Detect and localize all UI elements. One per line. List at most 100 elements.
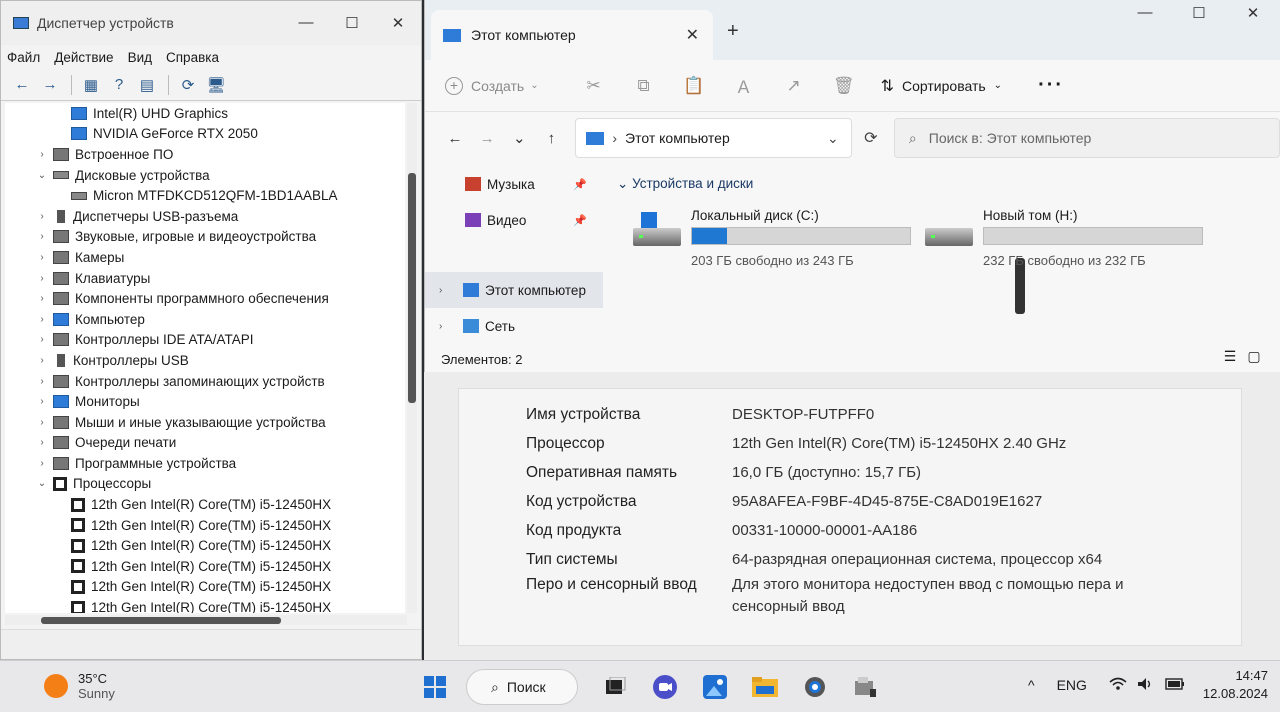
device-tree-item[interactable]: › Компоненты программного обеспечения xyxy=(5,288,405,309)
chevron-right-icon[interactable]: › xyxy=(35,252,49,263)
chevron-down-icon[interactable]: ⌄ xyxy=(35,478,49,489)
group-header[interactable]: ⌄ Устройства и диски xyxy=(617,176,1255,192)
delete-icon[interactable]: 🗑 xyxy=(819,76,869,96)
chevron-down-icon[interactable]: ⌄ xyxy=(827,130,839,147)
chevron-right-icon[interactable]: › xyxy=(35,355,49,366)
nav-item-music[interactable]: Музыка 📌 xyxy=(425,166,603,202)
monitor-icon[interactable]: 🖥 xyxy=(203,74,229,96)
close-button[interactable]: ✕ xyxy=(375,14,421,32)
menu-file[interactable]: Файл xyxy=(7,50,40,65)
chevron-down-icon[interactable]: ⌄ xyxy=(35,170,49,181)
device-tree-item[interactable]: › Программные устройства xyxy=(5,453,405,474)
forward-arrow-icon[interactable]: → xyxy=(37,74,63,96)
device-tree-item[interactable]: NVIDIA GeForce RTX 2050 xyxy=(5,124,405,145)
task-view-icon[interactable] xyxy=(596,668,634,706)
device-manager-icon[interactable] xyxy=(846,668,884,706)
more-options-icon[interactable]: ··· xyxy=(1038,74,1064,97)
nav-item-this-pc[interactable]: › Этот компьютер xyxy=(425,272,603,308)
rename-icon[interactable]: Ａ xyxy=(719,73,769,98)
chevron-right-icon[interactable]: › xyxy=(35,458,49,469)
tab-this-pc[interactable]: Этот компьютер ✕ xyxy=(431,10,713,60)
chevron-right-icon[interactable]: › xyxy=(35,437,49,448)
cut-icon[interactable]: ✂ xyxy=(569,76,619,96)
chevron-right-icon[interactable]: › xyxy=(35,231,49,242)
device-tree-item[interactable]: › Контроллеры IDE ATA/ATAPI xyxy=(5,330,405,351)
chevron-right-icon[interactable]: › xyxy=(35,376,49,387)
device-tree-item[interactable]: › Камеры xyxy=(5,247,405,268)
chevron-right-icon[interactable]: › xyxy=(35,396,49,407)
properties-icon[interactable]: ▦ xyxy=(78,74,104,96)
chat-icon[interactable] xyxy=(646,668,684,706)
minimize-button[interactable]: — xyxy=(283,14,329,32)
file-explorer-icon[interactable] xyxy=(746,668,784,706)
device-tree-item[interactable]: 12th Gen Intel(R) Core(TM) i5-12450HX xyxy=(5,577,405,598)
device-tree-item[interactable]: ⌄ Дисковые устройства xyxy=(5,165,405,186)
settings-icon[interactable] xyxy=(796,668,834,706)
recent-locations-icon[interactable]: ⌄ xyxy=(503,129,535,147)
chevron-right-icon[interactable]: › xyxy=(35,417,49,428)
wifi-icon[interactable] xyxy=(1109,677,1127,694)
scan-hardware-icon[interactable]: ⟳ xyxy=(175,74,201,96)
nav-item-video[interactable]: Видео 📌 xyxy=(425,202,603,238)
create-button[interactable]: + Создать ⌄ xyxy=(445,76,539,95)
clock[interactable]: 14:47 12.08.2024 xyxy=(1203,667,1268,703)
device-tree-item[interactable]: Micron MTFDKCD512QFM-1BD1AABLA xyxy=(5,185,405,206)
new-tab-button[interactable]: + xyxy=(727,20,739,43)
sort-button[interactable]: ⇅ Сортировать ⌄ xyxy=(881,76,1002,96)
address-bar[interactable]: › Этот компьютер ⌄ xyxy=(575,118,852,158)
chevron-right-icon[interactable]: › xyxy=(35,273,49,284)
device-tree-item[interactable]: 12th Gen Intel(R) Core(TM) i5-12450HX xyxy=(5,515,405,536)
device-tree-item[interactable]: › Очереди печати xyxy=(5,433,405,454)
chevron-right-icon[interactable]: › xyxy=(439,285,463,296)
copy-icon[interactable]: ⧉ xyxy=(619,76,669,96)
taskbar-search[interactable]: ⌕ Поиск xyxy=(466,669,578,705)
device-tree-item[interactable]: › Клавиатуры xyxy=(5,268,405,289)
refresh-icon[interactable]: ⟳ xyxy=(856,128,886,148)
photos-icon[interactable] xyxy=(696,668,734,706)
tree-vertical-scrollbar[interactable] xyxy=(407,103,417,613)
start-icon[interactable] xyxy=(416,668,454,706)
scrollbar-thumb[interactable] xyxy=(41,617,281,624)
menu-action[interactable]: Действие xyxy=(54,50,113,65)
maximize-button[interactable]: ☐ xyxy=(1172,4,1226,22)
scrollbar-thumb[interactable] xyxy=(408,173,416,403)
view-list-icon[interactable]: ▤ xyxy=(134,74,160,96)
device-tree-item[interactable]: 12th Gen Intel(R) Core(TM) i5-12450HX xyxy=(5,494,405,515)
device-tree-item[interactable]: › Контроллеры USB xyxy=(5,350,405,371)
chevron-right-icon[interactable]: › xyxy=(439,321,463,332)
device-tree-item[interactable]: › Встроенное ПО xyxy=(5,144,405,165)
language-indicator[interactable]: ENG xyxy=(1057,677,1087,693)
minimize-button[interactable]: — xyxy=(1118,4,1172,22)
device-tree[interactable]: Intel(R) UHD Graphics NVIDIA GeForce RTX … xyxy=(5,103,405,613)
chevron-right-icon[interactable]: › xyxy=(35,334,49,345)
device-tree-item[interactable]: 12th Gen Intel(R) Core(TM) i5-12450HX xyxy=(5,535,405,556)
help-icon[interactable]: ? xyxy=(106,74,132,96)
chevron-right-icon[interactable]: › xyxy=(35,314,49,325)
nav-item-network[interactable]: › Сеть xyxy=(425,308,603,344)
share-icon[interactable]: ↗ xyxy=(769,76,819,96)
device-tree-item[interactable]: 12th Gen Intel(R) Core(TM) i5-12450HX xyxy=(5,556,405,577)
device-tree-item[interactable]: › Компьютер xyxy=(5,309,405,330)
tiles-view-icon[interactable]: ▢ xyxy=(1242,348,1266,365)
device-tree-item[interactable]: ⌄ Процессоры xyxy=(5,474,405,495)
weather-widget[interactable]: 35°C Sunny xyxy=(44,671,115,701)
battery-icon[interactable] xyxy=(1165,677,1185,693)
back-arrow-icon[interactable]: ← xyxy=(9,74,35,96)
device-tree-item[interactable]: › Контроллеры запоминающих устройств xyxy=(5,371,405,392)
device-tree-item[interactable]: 12th Gen Intel(R) Core(TM) i5-12450HX xyxy=(5,597,405,613)
close-tab-icon[interactable]: ✕ xyxy=(686,25,699,45)
search-input[interactable]: ⌕ Поиск в: Этот компьютер xyxy=(893,118,1280,158)
volume-icon[interactable] xyxy=(1137,677,1155,694)
chevron-right-icon[interactable]: › xyxy=(35,293,49,304)
up-arrow-icon[interactable]: ↑ xyxy=(535,130,567,147)
device-tree-item[interactable]: › Диспетчеры USB-разъема xyxy=(5,206,405,227)
tray-overflow-icon[interactable]: ^ xyxy=(1028,677,1035,693)
back-arrow-icon[interactable]: ← xyxy=(439,130,471,147)
close-button[interactable]: ✕ xyxy=(1226,4,1280,22)
menu-view[interactable]: Вид xyxy=(128,50,152,65)
forward-arrow-icon[interactable]: → xyxy=(471,130,503,147)
chevron-right-icon[interactable]: › xyxy=(35,149,49,160)
chevron-right-icon[interactable]: › xyxy=(35,211,49,222)
details-view-icon[interactable]: ☰ xyxy=(1218,348,1242,365)
drive-h[interactable]: Новый том (H:) 232 ГБ свободно из 232 ГБ xyxy=(925,208,1203,268)
